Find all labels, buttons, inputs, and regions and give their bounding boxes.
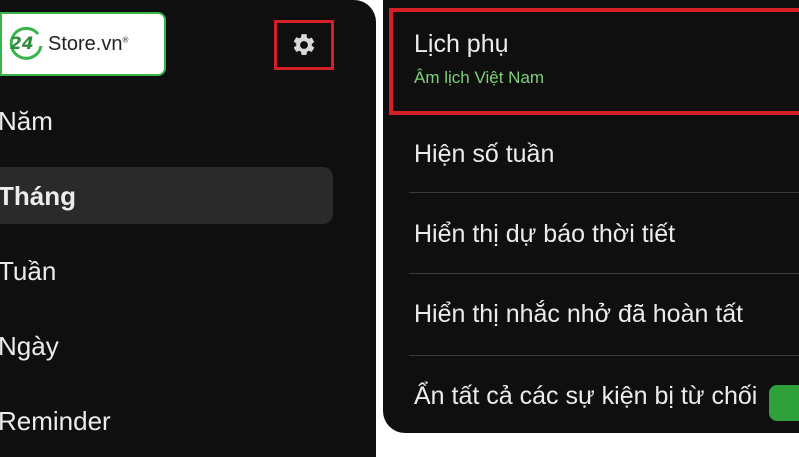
floating-green-tab[interactable]	[769, 385, 799, 421]
nav-item-ngay[interactable]: Ngày	[0, 331, 59, 362]
settings-button[interactable]	[274, 20, 334, 70]
logo-text: Store.vn®	[48, 33, 128, 56]
nav-item-thang[interactable]: Tháng	[0, 181, 76, 212]
logo-mark: 24	[8, 26, 44, 62]
row-divider	[409, 273, 799, 274]
setting-subtitle: Âm lịch Việt Nam	[414, 68, 545, 87]
logo-wordmark: Store.vn	[48, 32, 123, 55]
nav-item-tuan[interactable]: Tuần	[0, 256, 56, 287]
setting-item-du-bao-thoi-tiet[interactable]: Hiển thị dự báo thời tiết	[414, 220, 675, 249]
setting-item-hien-so-tuan[interactable]: Hiện số tuần	[414, 140, 554, 169]
highlight-box	[389, 8, 799, 115]
brand-logo: 24 Store.vn®	[0, 12, 166, 76]
setting-title: Lịch phụ	[414, 30, 509, 58]
row-divider	[409, 192, 799, 193]
nav-item-reminder[interactable]: Reminder	[0, 406, 111, 437]
setting-item-an-su-kien-tu-choi[interactable]: Ẩn tất cả các sự kiện bị từ chối	[414, 382, 757, 411]
gear-icon	[293, 34, 315, 55]
logo-number: 24	[10, 34, 34, 54]
setting-item-nhac-nho-hoan-tat[interactable]: Hiển thị nhắc nhở đã hoàn tất	[414, 300, 743, 329]
calendar-drawer: Năm Tháng Tuần Ngày Reminder 24 Store.vn…	[0, 0, 378, 457]
row-divider	[409, 355, 799, 356]
logo-registered-mark: ®	[122, 34, 129, 44]
calendar-settings-panel: Lịch phụ Âm lịch Việt Nam Hiện số tuần H…	[383, 0, 799, 433]
nav-item-nam[interactable]: Năm	[0, 106, 53, 137]
